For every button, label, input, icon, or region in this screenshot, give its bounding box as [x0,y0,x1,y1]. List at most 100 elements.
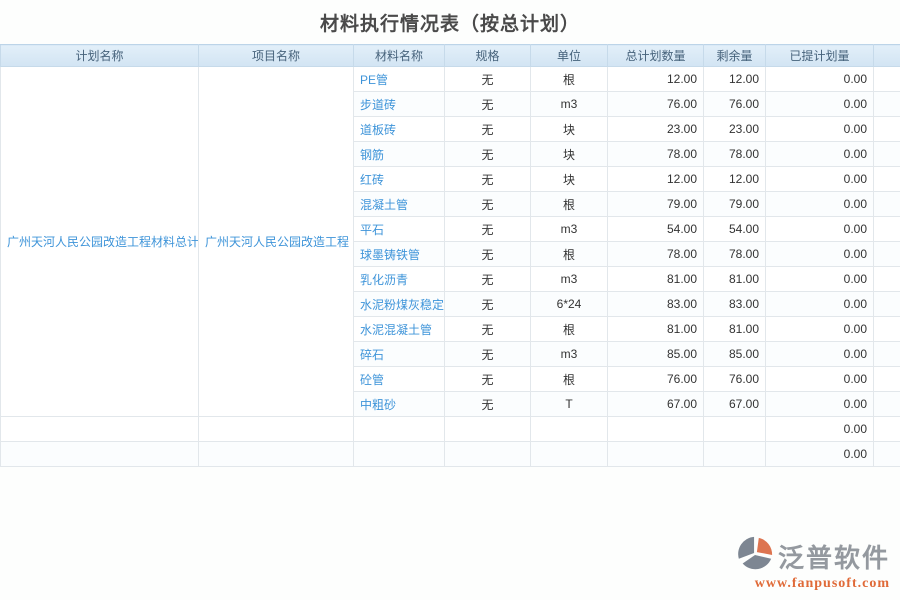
drawn-qty-cell: 0.00 [766,342,874,367]
column-header-8 [874,45,900,67]
unit-cell: 6*24 [531,292,608,317]
drawn-qty-cell: 0.00 [766,142,874,167]
material-name-cell-link[interactable]: 混凝土管 [360,198,408,212]
total-qty-cell: 78.00 [608,242,704,267]
spec-cell: 无 [445,367,531,392]
unit-cell: 块 [531,167,608,192]
spec-cell [445,442,531,467]
filler-cell [874,442,900,467]
filler-cell [874,367,900,392]
table-row: 广州天河人民公园改造工程材料总计划广州天河人民公园改造工程PE管无根12.001… [1,67,900,92]
filler-cell [874,142,900,167]
filler-cell [874,392,900,417]
plan-name-cell: 广州天河人民公园改造工程材料总计划 [1,67,199,417]
column-header-7: 已提计划量 [766,45,874,67]
spec-cell: 无 [445,92,531,117]
material-name-cell-link[interactable]: 球墨铸铁管 [360,248,420,262]
material-name-cell-link[interactable]: 红砖 [360,173,384,187]
column-header-1: 项目名称 [199,45,354,67]
material-name-cell: 混凝土管 [354,192,445,217]
remaining-qty-cell: 78.00 [704,242,766,267]
total-qty-cell [608,442,704,467]
remaining-qty-cell: 67.00 [704,392,766,417]
filler-cell [874,167,900,192]
spec-cell: 无 [445,267,531,292]
drawn-qty-cell: 0.00 [766,217,874,242]
material-name-cell-link[interactable]: 砼管 [360,373,384,387]
material-name-cell-link[interactable]: 钢筋 [360,148,384,162]
total-qty-cell: 79.00 [608,192,704,217]
unit-cell [531,442,608,467]
plan-name-cell-link[interactable]: 广州天河人民公园改造工程材料总计划 [7,235,199,249]
drawn-qty-cell: 0.00 [766,192,874,217]
page-title: 材料执行情况表（按总计划） [320,9,580,36]
unit-cell: m3 [531,342,608,367]
remaining-qty-cell: 85.00 [704,342,766,367]
material-name-cell-link[interactable]: 乳化沥青 [360,273,408,287]
remaining-qty-cell: 76.00 [704,92,766,117]
table-header: 计划名称项目名称材料名称规格单位总计划数量剩余量已提计划量 [1,45,900,67]
material-name-cell: PE管 [354,67,445,92]
vendor-url-link[interactable]: www.fanpusoft.com [755,576,890,592]
spec-cell: 无 [445,192,531,217]
material-name-cell [354,442,445,467]
unit-cell: 根 [531,242,608,267]
vendor-name: 泛普软件 [778,538,890,575]
drawn-qty-cell: 0.00 [766,442,874,467]
filler-cell [874,92,900,117]
total-qty-cell [608,417,704,442]
material-name-cell-link[interactable]: 碎石 [360,348,384,362]
plan-name-cell [1,442,199,467]
material-name-cell: 水泥粉煤灰稳定 [354,292,445,317]
column-header-4: 单位 [531,45,608,67]
material-name-cell: 水泥混凝土管 [354,317,445,342]
filler-cell [874,242,900,267]
column-header-2: 材料名称 [354,45,445,67]
material-name-cell-link[interactable]: 水泥粉煤灰稳定 [360,298,444,312]
plan-name-cell [1,417,199,442]
material-name-cell-link[interactable]: 道板砖 [360,123,396,137]
project-name-cell: 广州天河人民公园改造工程 [199,67,354,417]
drawn-qty-cell: 0.00 [766,292,874,317]
total-qty-cell: 81.00 [608,267,704,292]
material-name-cell: 平石 [354,217,445,242]
material-name-cell: 钢筋 [354,142,445,167]
material-name-cell: 红砖 [354,167,445,192]
drawn-qty-cell: 0.00 [766,242,874,267]
unit-cell: T [531,392,608,417]
remaining-qty-cell: 78.00 [704,142,766,167]
material-name-cell: 乳化沥青 [354,267,445,292]
spec-cell: 无 [445,142,531,167]
unit-cell: 根 [531,192,608,217]
spec-cell: 无 [445,217,531,242]
material-name-cell-link[interactable]: 水泥混凝土管 [360,323,432,337]
remaining-qty-cell [704,417,766,442]
title-bar: 材料执行情况表（按总计划） [0,0,900,44]
filler-cell [874,342,900,367]
material-name-cell-link[interactable]: 步道砖 [360,98,396,112]
remaining-qty-cell: 81.00 [704,317,766,342]
drawn-qty-cell: 0.00 [766,392,874,417]
drawn-qty-cell: 0.00 [766,67,874,92]
material-name-cell-link[interactable]: 中粗砂 [360,398,396,412]
unit-cell: m3 [531,217,608,242]
material-name-cell: 球墨铸铁管 [354,242,445,267]
material-name-cell: 中粗砂 [354,392,445,417]
total-qty-cell: 67.00 [608,392,704,417]
table-row-empty: 0.00 [1,417,900,442]
filler-cell [874,67,900,92]
drawn-qty-cell: 0.00 [766,267,874,292]
spec-cell: 无 [445,342,531,367]
remaining-qty-cell [704,442,766,467]
total-qty-cell: 81.00 [608,317,704,342]
column-header-6: 剩余量 [704,45,766,67]
vendor-pie-icon [736,535,774,578]
materials-table: 计划名称项目名称材料名称规格单位总计划数量剩余量已提计划量 广州天河人民公园改造… [0,44,900,467]
spec-cell: 无 [445,167,531,192]
material-name-cell-link[interactable]: PE管 [360,73,388,87]
spec-cell: 无 [445,292,531,317]
project-name-cell-link[interactable]: 广州天河人民公园改造工程 [205,235,349,249]
material-name-cell-link[interactable]: 平石 [360,223,384,237]
spec-cell: 无 [445,67,531,92]
remaining-qty-cell: 54.00 [704,217,766,242]
